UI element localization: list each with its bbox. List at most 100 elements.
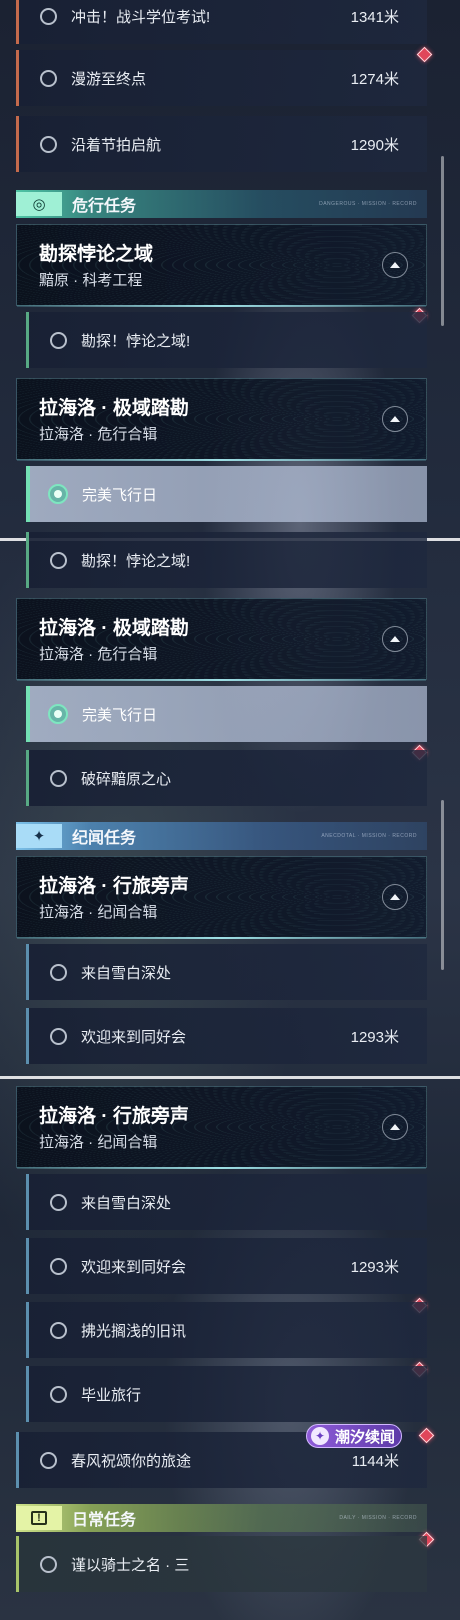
chevron-up-icon [390,416,400,422]
quest-label: 谨以骑士之名 · 三 [71,1556,190,1574]
quest-label: 毕业旅行 [81,1386,142,1404]
radio-icon [50,1193,67,1211]
quest-row-selected[interactable]: 完美飞行日 [26,466,427,522]
group-title: 拉海洛 · 行旅旁声 [39,876,189,897]
lore-quest-tag: ✦ [16,824,62,848]
quest-accent-bar [26,1174,29,1230]
quest-group-card[interactable]: 拉海洛 · 行旅旁声 拉海洛 · 纪闻合辑 [16,1086,427,1169]
quest-group-card[interactable]: 拉海洛 · 极域踏勘 拉海洛 · 危行合辑 [16,598,427,681]
quest-accent-bar [16,0,19,44]
quest-label: 冲击！战斗学位考试! [71,8,211,26]
chevron-up-icon [390,894,400,900]
quest-accent-bar [26,1302,29,1358]
radio-icon [50,551,67,569]
section-title: 日常任务 [72,1512,137,1529]
quest-label: 漫游至终点 [71,70,147,88]
group-subtitle: 拉海洛 · 危行合辑 [39,646,158,663]
quest-row[interactable]: 冲击！战斗学位考试! 1341米 [16,0,427,44]
quest-distance: 1293米 [350,1258,399,1276]
quest-row[interactable]: 勘探！悖论之域! [26,532,427,588]
daily-quest-tag: ! [16,1506,62,1530]
strip-divider [0,1076,460,1079]
section-fine-print: ANECDOTAL · MISSION · RECORD [321,833,417,839]
quest-group-card[interactable]: 拉海洛 · 行旅旁声 拉海洛 · 纪闻合辑 [16,856,427,939]
quest-distance: 1144米 [351,1452,399,1470]
danger-quest-header: ◎ 危行任务 DANGEROUS · MISSION · RECORD [16,190,427,218]
quest-accent-bar [26,1238,29,1294]
scrollbar-thumb[interactable] [441,800,444,970]
radio-icon [50,1257,67,1275]
quest-row[interactable]: 来自雪白深处 [26,944,427,1000]
quest-label: 勘探！悖论之域! [81,552,191,570]
section-fine-print: DANGEROUS · MISSION · RECORD [319,201,417,207]
scrollbar-thumb[interactable] [441,156,444,326]
danger-quest-tag: ◎ [16,192,62,216]
quest-row[interactable]: 谨以骑士之名 · 三 [16,1536,427,1592]
tidal-continuation-badge: ✦ 潮汐续闻 [306,1424,402,1448]
quest-accent-bar [26,686,30,742]
group-subtitle: 黯原 · 科考工程 [39,272,143,289]
radio-icon [40,135,57,153]
quest-label: 欢迎来到同好会 [81,1258,187,1276]
quest-label: 拂光搁浅的旧讯 [81,1322,187,1340]
collapse-button[interactable] [382,406,408,432]
collapse-button[interactable] [382,252,408,278]
radio-icon [40,1555,57,1573]
radio-icon [50,1321,67,1339]
quest-label: 来自雪白深处 [81,964,172,982]
quest-accent-bar [26,944,29,1000]
quest-row[interactable]: 破碎黯原之心 [26,750,427,806]
collapse-button[interactable] [382,1114,408,1140]
quest-accent-bar [16,116,19,172]
chevron-up-icon [390,1124,400,1130]
target-icon: ◎ [32,196,46,213]
group-subtitle: 拉海洛 · 纪闻合辑 [39,904,158,921]
group-subtitle: 拉海洛 · 危行合辑 [39,426,158,443]
quest-label: 破碎黯原之心 [81,770,172,788]
tracking-target-icon [48,484,68,504]
quest-group-card[interactable]: 勘探悖论之域 黯原 · 科考工程 [16,224,427,307]
lore-quest-header: ✦ 纪闻任务 ANECDOTAL · MISSION · RECORD [16,822,427,850]
quest-row[interactable]: 勘探！悖论之域! [26,312,427,368]
quest-distance: 1274米 [350,70,399,88]
quest-row[interactable]: 来自雪白深处 [26,1174,427,1230]
quest-row-selected[interactable]: true 完美飞行日 [26,686,427,742]
chevron-up-icon [390,262,400,268]
quest-accent-bar [26,750,29,806]
quest-distance: 1290米 [350,136,399,154]
tracking-target-icon [48,704,68,724]
quest-label: 春风祝颂你的旅途 [71,1452,192,1470]
quest-accent-bar [26,1366,29,1422]
group-subtitle: 拉海洛 · 纪闻合辑 [39,1134,158,1151]
sparkle-icon: ✦ [32,828,46,845]
quest-row[interactable]: 沿着节拍启航 1290米 [16,116,427,172]
group-title: 拉海洛 · 极域踏勘 [39,618,189,639]
radio-icon [40,1451,57,1469]
quest-row[interactable]: 毕业旅行 [26,1366,427,1422]
quest-accent-bar [26,1008,29,1064]
quest-group-card[interactable]: 拉海洛 · 极域踏勘 拉海洛 · 危行合辑 [16,378,427,461]
daily-quest-header: ! 日常任务 DAILY · MISSION · RECORD [16,1504,427,1532]
quest-distance: 1293米 [350,1028,399,1046]
quest-label: 完美飞行日 [82,706,158,724]
exclamation-icon: ! [31,1511,47,1525]
radio-icon [40,7,57,25]
quest-row[interactable]: 欢迎来到同好会 1293米 [26,1008,427,1064]
chevron-up-icon [390,636,400,642]
radio-icon [40,69,57,87]
radio-icon [50,1385,67,1403]
section-title: 危行任务 [72,198,137,215]
quest-label: 来自雪白深处 [81,1194,172,1212]
quest-row[interactable]: 漫游至终点 1274米 [16,50,427,106]
section-title: 纪闻任务 [72,830,137,847]
sparkle-icon: ✦ [311,1427,329,1445]
quest-accent-bar [16,1536,19,1592]
quest-row[interactable]: 拂光搁浅的旧讯 [26,1302,427,1358]
collapse-button[interactable] [382,884,408,910]
section-fine-print: DAILY · MISSION · RECORD [339,1515,417,1521]
quest-row[interactable]: 欢迎来到同好会 1293米 [26,1238,427,1294]
quest-label: 沿着节拍启航 [71,136,162,154]
collapse-button[interactable] [382,626,408,652]
quest-accent-bar [16,1432,19,1488]
quest-label: 勘探！悖论之域! [81,332,191,350]
